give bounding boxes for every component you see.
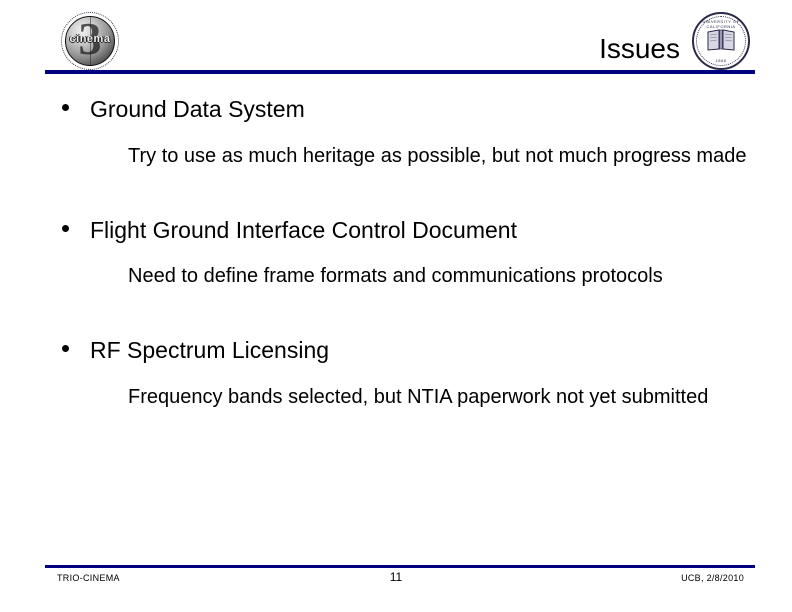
header-divider — [45, 70, 755, 74]
bullet-detail-2: Need to define frame formats and communi… — [128, 265, 663, 287]
cinema-logo-sphere: 3 cinema — [65, 16, 115, 66]
cinema-logo-wordmark: cinema — [69, 33, 111, 45]
slide: 3 cinema Issues UNIVERSITY OF CALIFORNIA… — [0, 0, 792, 612]
bullet-dot-icon — [62, 345, 69, 352]
bullet-label: Ground Data System — [90, 96, 305, 122]
footer-source-date: UCB, 2/8/2010 — [681, 573, 744, 583]
footer-divider — [45, 565, 755, 568]
slide-header: 3 cinema Issues UNIVERSITY OF CALIFORNIA… — [0, 0, 792, 82]
bullet-dot-icon — [62, 225, 69, 232]
cinema-3-logo: 3 cinema — [61, 12, 121, 72]
bullet-label: Flight Ground Interface Control Document — [90, 217, 517, 243]
slide-footer: TRIO-CINEMA 11 UCB, 2/8/2010 — [0, 560, 792, 612]
bullet-group-2: Flight Ground Interface Control Document — [0, 215, 740, 245]
bullet-item-rf-spectrum-licensing: RF Spectrum Licensing — [0, 335, 700, 365]
page-title: Issues — [599, 33, 680, 64]
seal-motto-bottom: 1868 — [715, 58, 727, 63]
open-book-icon — [707, 29, 735, 51]
bullet-group-3: RF Spectrum Licensing — [0, 335, 700, 365]
uc-berkeley-seal: UNIVERSITY OF CALIFORNIA 1868 — [692, 12, 752, 72]
bullet-item-flight-ground-interface-control-document: Flight Ground Interface Control Document — [0, 215, 740, 245]
slide-body: Ground Data System Try to use as much he… — [0, 86, 792, 546]
bullet-group-1: Ground Data System — [0, 94, 700, 124]
seal-motto-top: UNIVERSITY OF CALIFORNIA — [702, 19, 740, 29]
bullet-detail-3: Frequency bands selected, but NTIA paper… — [128, 386, 709, 408]
bullet-item-ground-data-system: Ground Data System — [0, 94, 700, 124]
bullet-detail-1: Try to use as much heritage as possible,… — [128, 145, 747, 167]
bullet-dot-icon — [62, 104, 69, 111]
footer-page-number: 11 — [389, 570, 403, 584]
bullet-label: RF Spectrum Licensing — [90, 337, 330, 363]
